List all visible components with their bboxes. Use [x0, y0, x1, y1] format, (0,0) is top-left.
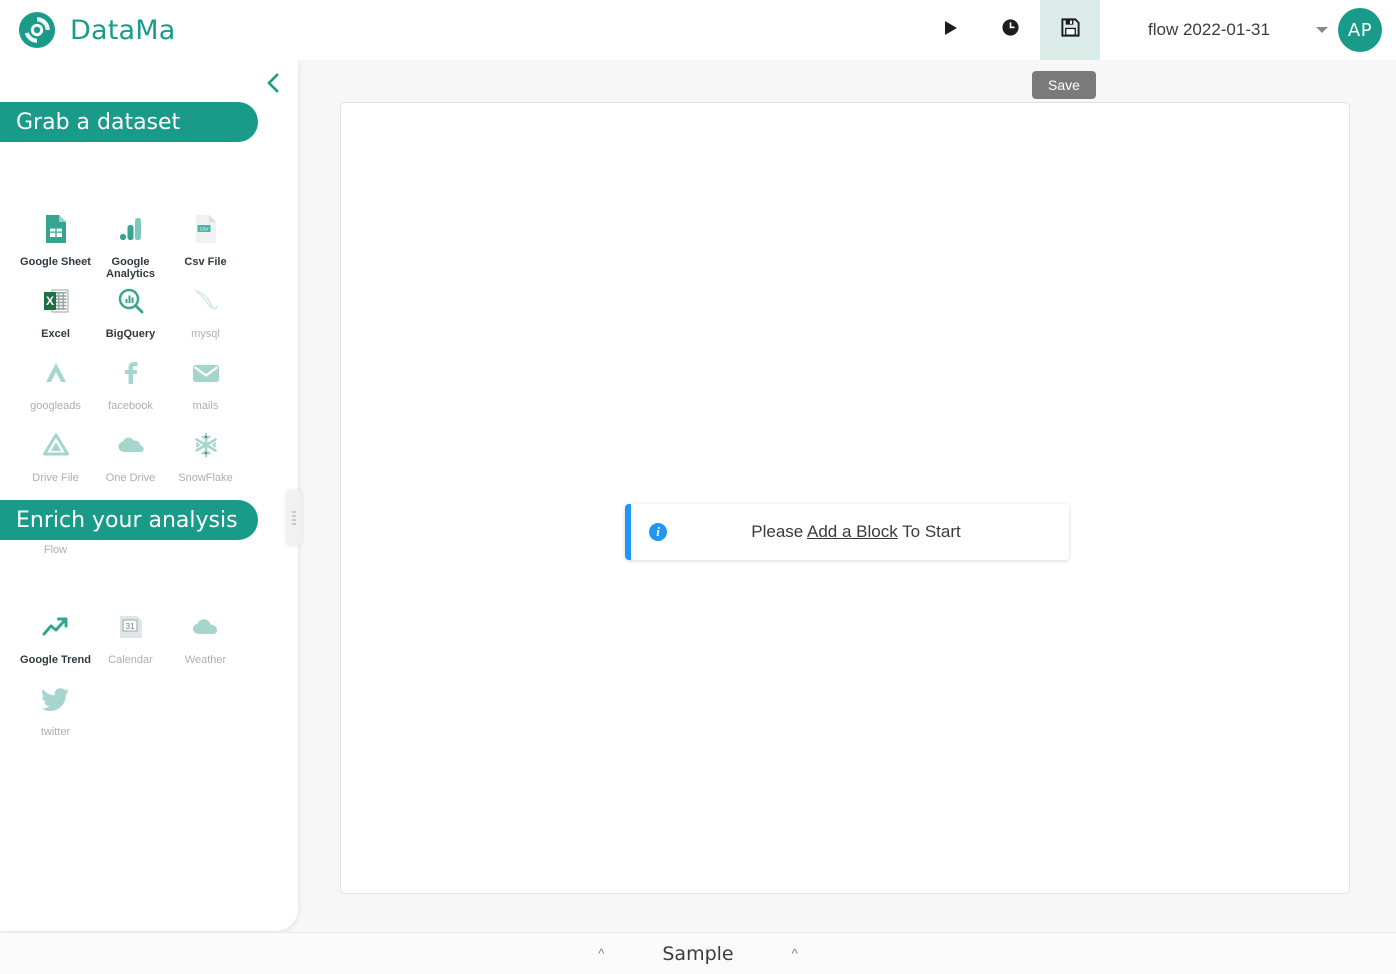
- brand-name: DataMa: [70, 14, 176, 46]
- section-title-grab-a-dataset: Grab a dataset: [0, 102, 258, 142]
- drag-grip-icon: [292, 511, 296, 525]
- chevron-left-icon: [264, 72, 282, 99]
- sidebar-item-label: googleads: [30, 400, 81, 412]
- mail-envelope-icon: [191, 352, 221, 394]
- save-button[interactable]: [1040, 0, 1100, 60]
- sidebar-item-google-analytics[interactable]: Google Analytics: [93, 208, 168, 280]
- google-drive-icon: [42, 424, 70, 466]
- facebook-icon: [121, 352, 141, 394]
- google-ads-icon: [41, 352, 71, 394]
- datama-disc-icon: [18, 11, 56, 49]
- info-circle-icon: i: [649, 523, 667, 541]
- sidebar-item-excel[interactable]: X Excel: [18, 280, 93, 352]
- sidebar-item-label: Google Analytics: [106, 256, 155, 281]
- brand[interactable]: DataMa: [0, 11, 176, 49]
- bottom-bar: ^ Sample ^: [0, 932, 1396, 974]
- sidebar-item-mails[interactable]: mails: [168, 352, 243, 424]
- flow-selector[interactable]: flow 2022-01-31: [1148, 10, 1328, 50]
- trending-up-icon: [41, 606, 71, 648]
- calendar-31-icon: 31: [118, 606, 144, 648]
- sidebar-item-label: Drive File: [32, 472, 79, 484]
- sidebar-item-label: SnowFlake: [178, 472, 233, 484]
- weather-cloud-icon: [191, 606, 221, 648]
- empty-state-message: Please Add a Block To Start: [667, 522, 1069, 542]
- sidebar-item-calendar[interactable]: 31 Calendar: [93, 606, 168, 678]
- add-a-block-link[interactable]: Add a Block: [807, 522, 898, 541]
- svg-text:31: 31: [125, 622, 134, 631]
- chevron-up-icon-right[interactable]: ^: [792, 947, 798, 960]
- onedrive-cloud-icon: [116, 424, 146, 466]
- csv-file-icon: CSV: [194, 208, 218, 250]
- top-toolbar: DataMa flow 2022-01-31 AP: [0, 0, 1396, 60]
- sample-label: Sample: [662, 942, 734, 965]
- run-button[interactable]: [920, 0, 980, 60]
- sidebar-item-label: mysql: [191, 328, 220, 340]
- play-icon: [940, 18, 960, 43]
- clock-icon: [1001, 18, 1020, 42]
- google-sheet-icon: [44, 208, 68, 250]
- sidebar-collapse-button[interactable]: [258, 70, 288, 100]
- sidebar-item-csv-file[interactable]: CSV Csv File: [168, 208, 243, 280]
- section-title-enrich-your-analysis: Enrich your analysis: [0, 500, 258, 540]
- sidebar-item-label: Excel: [41, 328, 70, 340]
- save-tooltip: Save: [1032, 71, 1096, 99]
- bigquery-icon: [117, 280, 145, 322]
- sidebar-item-label: Flow: [43, 544, 68, 556]
- sidebar-item-label: One Drive: [105, 472, 156, 484]
- sidebar-item-drive-file[interactable]: Drive File: [18, 424, 93, 496]
- history-button[interactable]: [980, 0, 1040, 60]
- flow-selector-label: flow 2022-01-31: [1148, 20, 1270, 39]
- empty-state-alert: i Please Add a Block To Start: [625, 504, 1069, 560]
- sidebar-item-label: twitter: [40, 726, 71, 738]
- section-grab-a-dataset: Grab a dataset: [0, 102, 258, 142]
- excel-icon: X: [42, 280, 70, 322]
- mysql-dolphin-icon: [192, 280, 220, 322]
- sidebar-item-twitter[interactable]: twitter: [18, 678, 93, 750]
- sidebar-item-facebook[interactable]: facebook: [93, 352, 168, 424]
- enrichment-source-grid: Google Trend 31 Calendar Weather twitter: [0, 606, 260, 750]
- alert-suffix: To Start: [897, 522, 961, 541]
- main-area: i Please Add a Block To Start: [298, 60, 1396, 934]
- svg-text:X: X: [45, 294, 53, 308]
- sidebar-resize-handle[interactable]: [286, 490, 302, 546]
- sidebar-item-weather[interactable]: Weather: [168, 606, 243, 678]
- flow-canvas[interactable]: i Please Add a Block To Start: [340, 102, 1350, 894]
- sidebar-item-label: facebook: [108, 400, 153, 412]
- floppy-save-icon: [1060, 17, 1081, 43]
- twitter-bird-icon: [41, 678, 70, 720]
- left-sidebar: Grab a dataset Google Sheet Google Analy…: [0, 60, 298, 931]
- svg-text:CSV: CSV: [199, 226, 208, 231]
- alert-prefix: Please: [751, 522, 808, 541]
- sidebar-item-google-trend[interactable]: Google Trend: [18, 606, 93, 678]
- sidebar-item-label: Weather: [184, 654, 227, 666]
- section-enrich-your-analysis: Enrich your analysis: [0, 500, 258, 540]
- sidebar-item-google-sheet[interactable]: Google Sheet: [18, 208, 93, 280]
- google-analytics-icon: [118, 208, 144, 250]
- sidebar-item-label: Calendar: [108, 654, 153, 666]
- sidebar-item-one-drive[interactable]: One Drive: [93, 424, 168, 496]
- sidebar-item-label: BigQuery: [105, 328, 156, 340]
- snowflake-icon: [193, 424, 219, 466]
- sidebar-item-label: mails: [192, 400, 219, 412]
- sidebar-item-mysql[interactable]: mysql: [168, 280, 243, 352]
- sidebar-item-label: Csv File: [184, 256, 227, 268]
- sidebar-item-googleads[interactable]: googleads: [18, 352, 93, 424]
- sidebar-item-label: Google Sheet: [20, 256, 91, 268]
- chevron-down-icon: [1316, 27, 1328, 33]
- chevron-up-icon-left[interactable]: ^: [598, 947, 604, 960]
- sidebar-item-snowflake[interactable]: SnowFlake: [168, 424, 243, 496]
- sidebar-item-label: Google Trend: [20, 654, 91, 666]
- avatar[interactable]: AP: [1338, 8, 1382, 52]
- sidebar-item-bigquery[interactable]: BigQuery: [93, 280, 168, 352]
